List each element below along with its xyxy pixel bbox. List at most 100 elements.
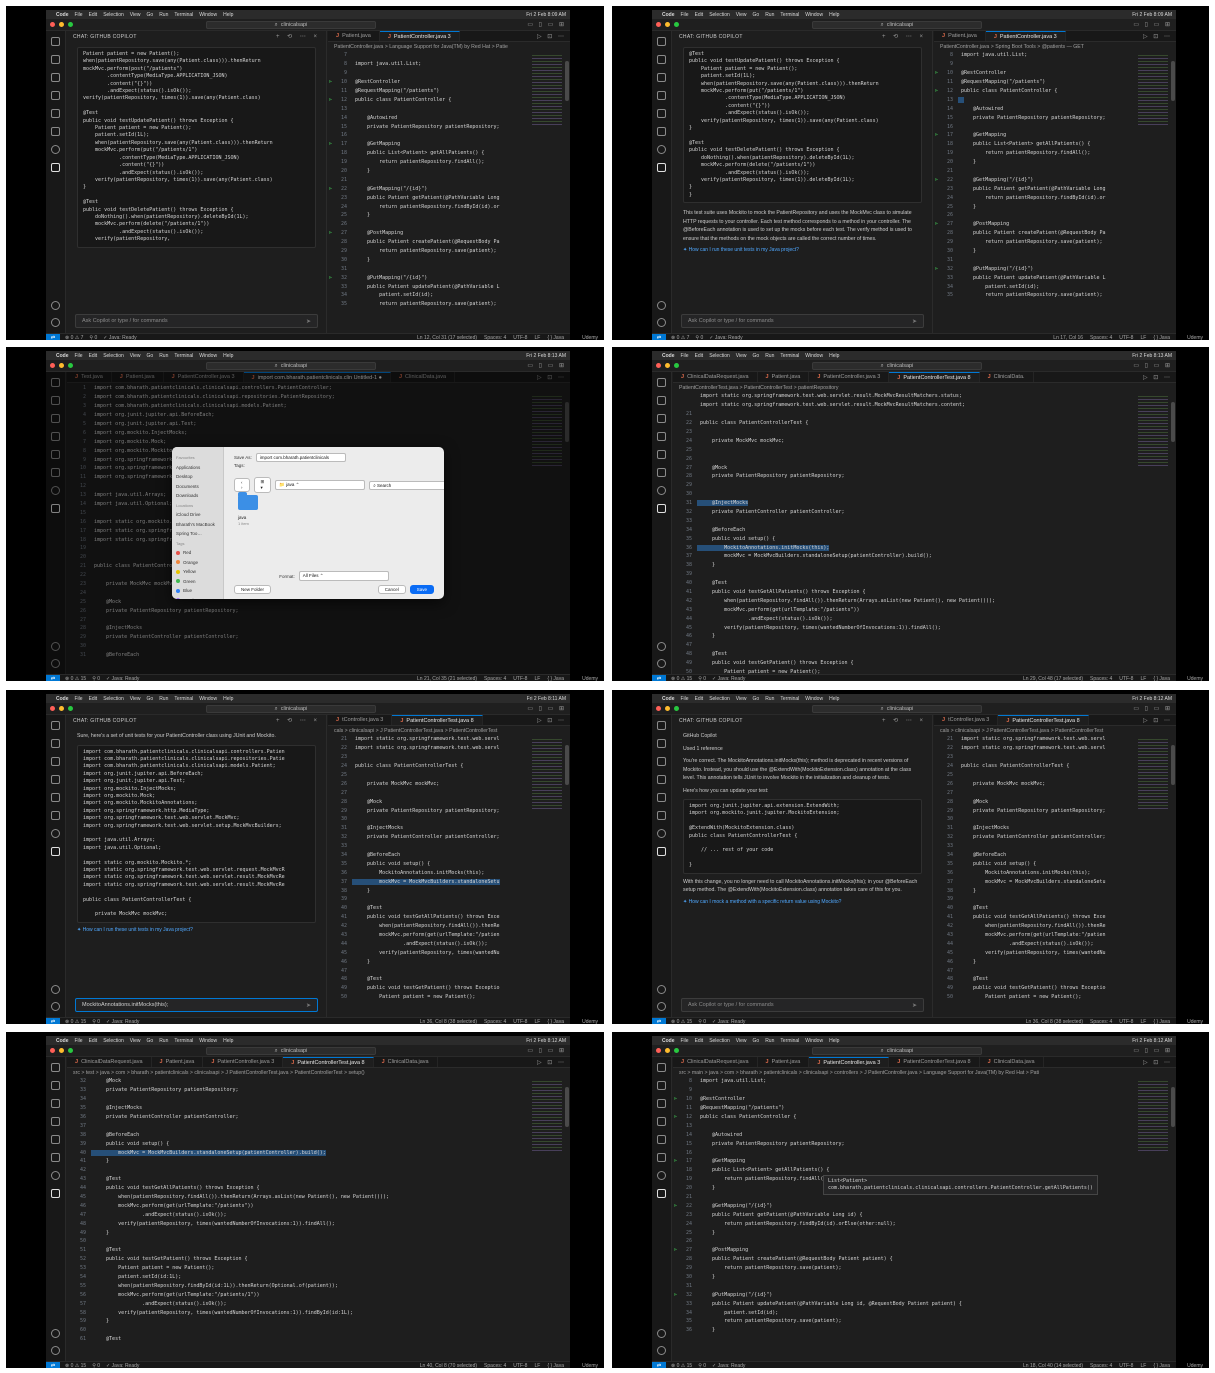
chat-icon[interactable] (51, 1189, 60, 1198)
menu-item[interactable]: Terminal (780, 1038, 799, 1044)
settings-gear-icon[interactable] (657, 1346, 666, 1355)
status-item[interactable]: ✓ Java: Ready (712, 676, 745, 682)
menu-item[interactable]: Help (223, 1038, 233, 1044)
menu-item[interactable]: File (75, 696, 83, 702)
finder-search[interactable]: ⌕ Search (369, 480, 444, 490)
editor-actions-icon[interactable]: ▷ ⊡ ⋯ (1139, 372, 1176, 382)
command-center-search[interactable]: ⌕ clinicalsapi (812, 705, 982, 713)
editor-tab[interactable]: J ClinicalDataRequest.java (673, 1057, 758, 1067)
menu-item[interactable]: Window (199, 12, 217, 18)
status-item[interactable]: ⊗ 0 ⚠ 15 (671, 676, 692, 682)
menu-item[interactable]: View (130, 1038, 141, 1044)
status-item[interactable]: ⚲ 0 (698, 1363, 706, 1369)
minimize-window-button[interactable] (665, 363, 670, 368)
status-item[interactable]: LF (534, 1363, 540, 1369)
menu-item[interactable]: Terminal (174, 353, 193, 359)
status-item[interactable]: LF (534, 676, 540, 682)
command-center-search[interactable]: ⌕ clinicalsapi (206, 1047, 376, 1055)
testing-icon[interactable] (657, 811, 666, 820)
status-item[interactable]: Ln 40, Col 8 (70 selected) (420, 1363, 477, 1369)
menu-item[interactable]: Selection (103, 12, 124, 18)
menu-item[interactable]: Edit (89, 696, 98, 702)
settings-gear-icon[interactable] (51, 1002, 60, 1011)
menu-item[interactable]: Edit (89, 353, 98, 359)
menu-item[interactable]: View (130, 353, 141, 359)
vertical-scrollbar[interactable] (1171, 61, 1175, 101)
sidebar-item[interactable]: Blue (176, 586, 219, 596)
breadcrumb[interactable]: PatientControllerTest.java > PatientCont… (673, 383, 1176, 392)
status-item[interactable]: ⊗ 0 ⚠ 7 (65, 335, 83, 341)
run-gutter-icon[interactable]: ⊳ (674, 1292, 677, 1298)
editor-tab[interactable]: J PatientControllerTest.java 8 (889, 1057, 980, 1067)
zoom-window-button[interactable] (674, 706, 679, 711)
status-item[interactable]: ⚲ 0 (92, 1363, 100, 1369)
status-item[interactable]: { } Java (1153, 1363, 1170, 1369)
chat-icon[interactable] (51, 163, 60, 172)
search-icon[interactable] (657, 55, 666, 64)
menu-app-name[interactable]: Code (56, 353, 69, 359)
testing-icon[interactable] (51, 1153, 60, 1162)
menu-item[interactable]: Edit (695, 696, 704, 702)
layout-toggle-icons[interactable]: ▭ ▯ ▭ ⊞ (1133, 362, 1172, 369)
editor-tab[interactable]: J ClinicalData. (980, 372, 1034, 382)
remote-indicator[interactable]: ⇄ (652, 1361, 666, 1370)
close-window-button[interactable] (656, 22, 661, 27)
sidebar-item[interactable]: Spring Too… (176, 529, 219, 539)
run-gutter-icon[interactable]: ⊳ (935, 177, 938, 183)
menu-item[interactable]: Terminal (174, 1038, 193, 1044)
menu-item[interactable]: Help (829, 696, 839, 702)
vertical-scrollbar[interactable] (1171, 1087, 1175, 1127)
run-gutter-icon[interactable]: ⊳ (674, 1247, 677, 1253)
save-as-field[interactable]: import com.bharath.patientclinicals (255, 453, 346, 462)
status-item[interactable]: { } Java (547, 335, 564, 341)
zoom-window-button[interactable] (68, 1048, 73, 1053)
minimize-window-button[interactable] (665, 1048, 670, 1053)
status-item[interactable]: { } Java (547, 676, 564, 682)
explorer-icon[interactable] (51, 1063, 60, 1072)
search-icon[interactable] (51, 739, 60, 748)
editor-actions-icon[interactable]: ▷ ⊡ ⋯ (533, 715, 570, 725)
command-center-search[interactable]: ⌕ clinicalsapi (206, 362, 376, 370)
editor-tab[interactable]: J PatientControllerTest.java 8 (998, 715, 1089, 725)
close-window-button[interactable] (656, 1048, 661, 1053)
search-icon[interactable] (657, 739, 666, 748)
menu-item[interactable]: Run (765, 696, 774, 702)
source-control-icon[interactable] (657, 414, 666, 423)
vertical-scrollbar[interactable] (1171, 745, 1175, 785)
menu-item[interactable]: Edit (695, 12, 704, 18)
status-item[interactable]: Ln 17, Col 16 (1053, 335, 1083, 341)
status-item[interactable]: ✓ Java: Ready (712, 1019, 745, 1025)
testing-icon[interactable] (51, 127, 60, 136)
sidebar-item[interactable]: Downloads (176, 491, 219, 501)
menu-item[interactable]: Window (199, 353, 217, 359)
zoom-window-button[interactable] (674, 22, 679, 27)
menu-item[interactable]: Terminal (174, 696, 193, 702)
editor-tab[interactable]: J Patient.java (152, 1057, 204, 1067)
editor-actions-icon[interactable]: ▷ ⊡ ⋯ (533, 1057, 570, 1067)
chat-actions-icon[interactable]: + ⟲ ⋯ × (882, 33, 926, 40)
status-item[interactable]: ⚲ 0 (92, 1019, 100, 1025)
status-item[interactable]: { } Java (547, 1019, 564, 1025)
menu-item[interactable]: Help (223, 696, 233, 702)
run-gutter-icon[interactable]: ⊳ (935, 221, 938, 227)
chat-input-text[interactable]: Ask Copilot or type / for commands (688, 318, 774, 324)
source-control-icon[interactable] (51, 757, 60, 766)
chat-followup-link[interactable]: ✦ How can I mock a method with a specifi… (683, 899, 922, 905)
sidebar-item[interactable]: Purple (176, 596, 219, 599)
run-gutter-icon[interactable]: ⊳ (674, 1203, 677, 1209)
sidebar-item[interactable]: Applications (176, 463, 219, 473)
minimap[interactable] (1138, 1081, 1168, 1151)
chat-icon[interactable] (657, 163, 666, 172)
extensions-icon[interactable] (657, 1135, 666, 1144)
run-gutter-icon[interactable]: ⊳ (329, 97, 332, 103)
chat-input-text[interactable]: MockitoAnnotations.initMocks(this); (82, 1002, 168, 1008)
copilot-icon[interactable] (657, 1171, 666, 1180)
run-gutter-icon[interactable]: ⊳ (329, 141, 332, 147)
run-debug-icon[interactable] (657, 432, 666, 441)
menu-item[interactable]: Edit (89, 12, 98, 18)
menu-app-name[interactable]: Code (662, 696, 675, 702)
status-item[interactable]: UTF-8 (513, 1019, 527, 1025)
breadcrumb[interactable]: PatientController.java > Spring Boot Too… (934, 42, 1176, 51)
chat-followup-link[interactable]: ✦ How can I run these unit tests in my J… (683, 247, 922, 253)
minimize-window-button[interactable] (59, 363, 64, 368)
